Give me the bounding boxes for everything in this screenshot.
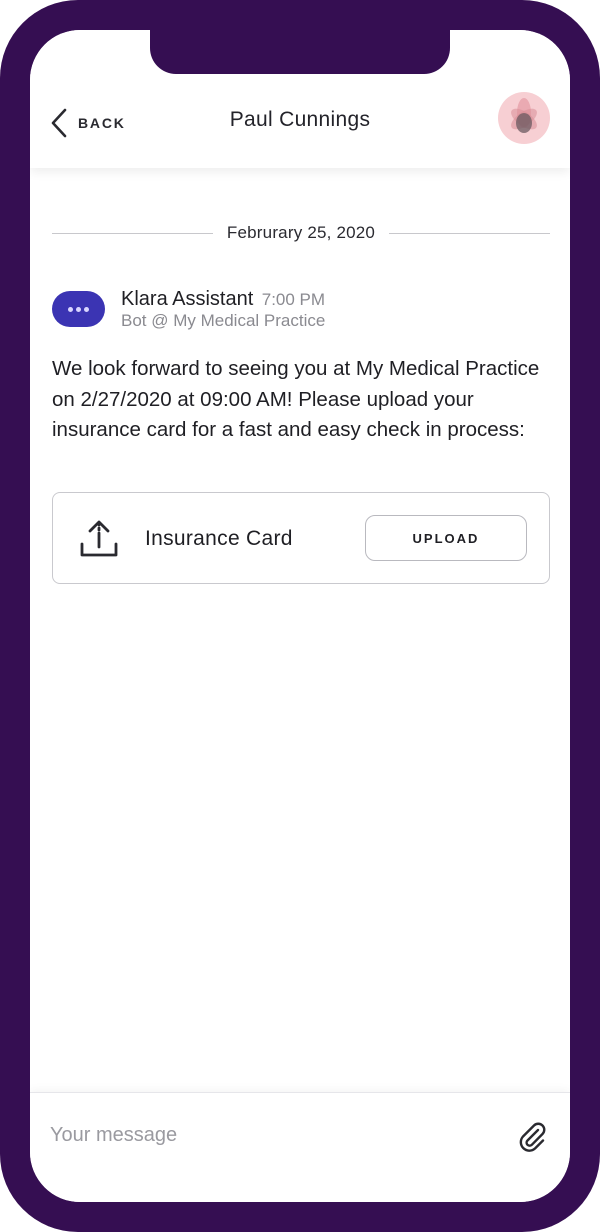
divider-line [52,232,213,234]
insurance-card-attachment: Insurance Card UPLOAD [52,492,550,584]
page-title: Paul Cunnings [229,108,371,131]
upload-icon [80,520,118,557]
message-time: 7:00 PM [261,290,326,309]
signal-icon [452,55,474,69]
device-frame: BACK Paul Cunnings Februrary 25, 2020 Kl… [0,0,600,1232]
dot [84,306,89,312]
wifi-icon [484,54,506,70]
avatar[interactable] [498,92,550,144]
sender-name: Klara Assistant [121,288,254,310]
notch [150,30,450,74]
message-composer [30,1092,570,1202]
dot [76,306,81,312]
message-sender: Klara Assistant 7:00 PM [121,288,325,311]
bot-avatar [52,291,105,327]
message-body: We look forward to seeing you at My Medi… [52,357,540,441]
sender-subtitle: Bot @ My Medical Practice [121,311,326,330]
upload-button[interactable]: UPLOAD [365,515,527,561]
status-bar [452,52,548,72]
date-divider: Februrary 25, 2020 [52,218,550,248]
screen: BACK Paul Cunnings Februrary 25, 2020 Kl… [30,30,570,1202]
paperclip-icon[interactable] [516,1121,548,1153]
battery-icon [514,54,547,70]
message-input[interactable] [50,1115,480,1155]
lotus-logo-icon [511,98,537,133]
dot [68,306,73,312]
divider-line [389,232,550,234]
card-label: Insurance Card [145,527,293,550]
date-label: Februrary 25, 2020 [226,223,376,242]
